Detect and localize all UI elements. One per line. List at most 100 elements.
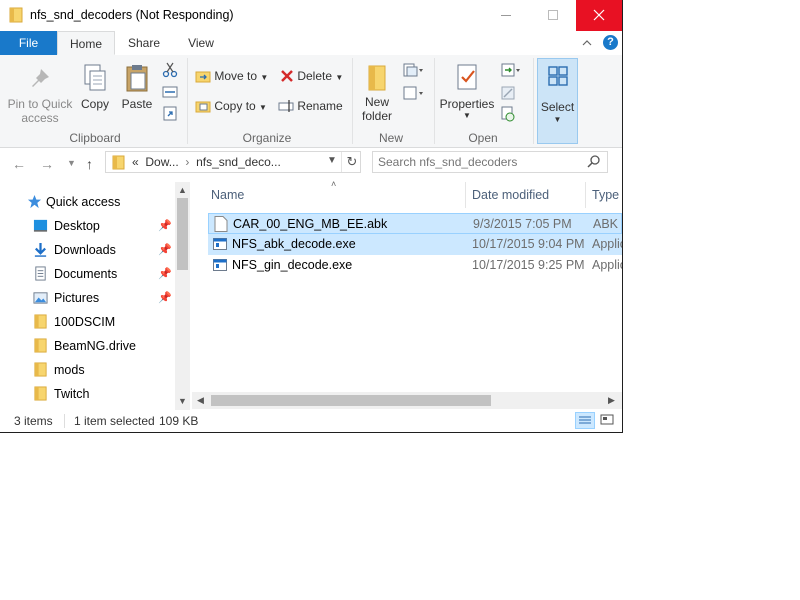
exe-icon: [213, 238, 227, 250]
open-icon[interactable]: [500, 62, 522, 78]
tab-home[interactable]: Home: [57, 31, 115, 55]
ribbon-divider: [533, 58, 534, 144]
nav-item-quick-access[interactable]: Quick access: [0, 190, 175, 214]
ribbon-tabs: File Home Share View ?: [0, 31, 622, 56]
status-divider: [64, 414, 65, 428]
file-row[interactable]: NFS_abk_decode.exe 10/17/2015 9:04 PM Ap…: [208, 234, 622, 255]
new-folder-button[interactable]: New folder: [356, 63, 398, 123]
nav-scrollbar[interactable]: ▲ ▼: [175, 182, 190, 410]
minimize-button[interactable]: [484, 0, 530, 31]
organize-group-label: Organize: [242, 131, 292, 145]
column-header-name[interactable]: Name: [211, 188, 244, 214]
breadcrumb-item[interactable]: nfs_snd_deco...: [196, 155, 281, 169]
breadcrumb: « Dow... › nfs_snd_deco...: [132, 155, 281, 169]
copy-button[interactable]: Copy: [78, 63, 112, 111]
scroll-down-icon[interactable]: ▼: [178, 396, 187, 406]
copy-path-icon[interactable]: [162, 85, 178, 99]
nav-item-documents[interactable]: Documents 📌: [0, 262, 175, 286]
rename-label: Rename: [297, 99, 343, 113]
select-button[interactable]: Select ▼: [537, 58, 578, 144]
breadcrumb-item[interactable]: Dow...: [145, 155, 178, 169]
rename-icon: [278, 100, 294, 112]
file-name: NFS_abk_decode.exe: [232, 237, 356, 251]
pin-icon: 📌: [158, 244, 172, 256]
tab-file[interactable]: File: [0, 31, 57, 55]
column-header-date[interactable]: Date modified: [472, 188, 549, 214]
refresh-icon[interactable]: ↻: [341, 152, 362, 172]
nav-item-label: Downloads: [54, 243, 116, 257]
close-button[interactable]: [576, 0, 622, 31]
easy-access-icon[interactable]: [402, 85, 424, 101]
recent-locations-icon[interactable]: ▼: [67, 158, 76, 168]
breadcrumb-overflow[interactable]: «: [132, 155, 139, 169]
nav-item-label: mods: [54, 363, 85, 377]
paste-button[interactable]: Paste: [119, 63, 155, 111]
nav-item-pictures[interactable]: Pictures 📌: [0, 286, 175, 310]
pin-icon: 📌: [158, 220, 172, 232]
new-item-icon[interactable]: [402, 62, 424, 78]
cut-icon[interactable]: [162, 62, 178, 78]
address-bar[interactable]: « Dow... › nfs_snd_deco... ▼ ↻: [105, 151, 361, 173]
nav-item-100dscim[interactable]: 100DSCIM: [0, 310, 175, 334]
scroll-right-icon[interactable]: ▶: [608, 395, 615, 406]
details-view-button[interactable]: [575, 412, 595, 429]
scroll-up-icon[interactable]: ▲: [178, 185, 187, 195]
horizontal-scrollbar-thumb[interactable]: [211, 395, 491, 406]
folder-icon: [34, 362, 47, 377]
nav-item-twitch[interactable]: Twitch: [0, 382, 175, 406]
nav-item-label: BeamNG.drive: [54, 339, 136, 353]
pictures-icon: [33, 292, 48, 304]
rename-button[interactable]: Rename: [278, 99, 343, 113]
paste-label: Paste: [121, 97, 153, 111]
address-dropdown-icon[interactable]: ▼: [327, 155, 337, 166]
nav-item-downloads[interactable]: Downloads 📌: [0, 238, 175, 262]
sort-ascending-icon: ˄: [331, 179, 337, 189]
move-to-button[interactable]: Move to ▼: [195, 69, 268, 83]
column-header-type[interactable]: Type: [592, 188, 619, 214]
dropdown-arrow-icon: ▼: [463, 111, 471, 120]
maximize-icon: [548, 10, 558, 20]
select-all-icon: [548, 66, 568, 86]
paste-shortcut-icon[interactable]: [162, 105, 178, 121]
up-arrow-icon[interactable]: ↑: [86, 156, 93, 172]
edit-icon[interactable]: [500, 85, 516, 101]
tab-view[interactable]: View: [175, 31, 227, 55]
file-row[interactable]: CAR_00_ENG_MB_EE.abk 9/3/2015 7:05 PM AB…: [208, 213, 622, 234]
delete-button[interactable]: Delete ▼: [280, 69, 343, 83]
horizontal-scrollbar[interactable]: ◀ ▶: [192, 392, 622, 409]
nav-item-mods[interactable]: mods: [0, 358, 175, 382]
column-divider[interactable]: [585, 182, 586, 208]
properties-button[interactable]: Properties ▼: [439, 63, 495, 120]
collapse-ribbon-icon[interactable]: [580, 36, 594, 50]
search-box[interactable]: [372, 151, 608, 173]
select-label: Select: [540, 100, 575, 114]
history-icon[interactable]: [500, 106, 516, 122]
help-icon[interactable]: ?: [603, 35, 618, 50]
column-divider[interactable]: [465, 182, 466, 208]
folder-icon: [9, 7, 23, 23]
maximize-button[interactable]: [530, 0, 576, 31]
nav-item-desktop[interactable]: Desktop 📌: [0, 214, 175, 238]
file-row[interactable]: NFS_gin_decode.exe 10/17/2015 9:25 PM Ap…: [208, 255, 622, 276]
pin-to-quick-access-button[interactable]: Pin to Quick access: [5, 67, 75, 125]
properties-label: Properties: [439, 97, 495, 111]
search-input[interactable]: [378, 154, 578, 170]
nav-item-label: Desktop: [54, 219, 100, 233]
folder-icon: [34, 314, 47, 329]
large-icons-view-button[interactable]: [598, 412, 618, 429]
nav-item-beamng-drive[interactable]: BeamNG.drive: [0, 334, 175, 358]
tab-share[interactable]: Share: [118, 31, 170, 55]
ribbon-divider: [352, 58, 353, 144]
clipboard-group-label: Clipboard: [69, 131, 121, 145]
nav-scrollbar-thumb[interactable]: [177, 198, 188, 270]
copy-to-button[interactable]: Copy to ▼: [195, 99, 267, 113]
back-arrow-icon[interactable]: ←: [12, 156, 26, 172]
nav-item-label: Twitch: [54, 387, 90, 401]
search-icon[interactable]: [587, 154, 601, 168]
forward-arrow-icon[interactable]: →: [40, 156, 54, 172]
scroll-left-icon[interactable]: ◀: [197, 395, 204, 406]
ribbon-divider: [187, 58, 188, 144]
properties-icon: [457, 64, 477, 90]
new-folder-icon: [368, 65, 386, 91]
file-date: 10/17/2015 9:25 PM: [472, 258, 585, 272]
